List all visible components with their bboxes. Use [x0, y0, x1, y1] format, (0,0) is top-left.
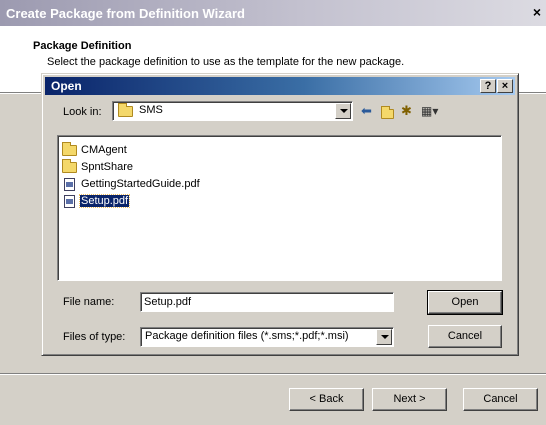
files-of-type-label: Files of type:	[63, 331, 126, 343]
back-button[interactable]: < Back	[289, 388, 364, 411]
chevron-down-icon[interactable]	[335, 103, 351, 119]
open-cancel-button[interactable]: Cancel	[428, 325, 502, 348]
open-dialog-title: Open	[51, 79, 82, 93]
help-button[interactable]: ?	[480, 79, 496, 93]
list-item[interactable]: Setup.pdf	[62, 193, 131, 209]
file-list[interactable]: CMAgent SpntShare GettingStartedGuide.pd…	[57, 135, 502, 281]
file-name-label: File name:	[63, 296, 115, 308]
folder-icon	[62, 158, 77, 173]
files-of-type-select[interactable]: Package definition files (*.sms;*.pdf;*.…	[140, 327, 394, 347]
wizard-cancel-button[interactable]: Cancel	[463, 388, 538, 411]
folder-icon	[118, 103, 133, 117]
file-name-input[interactable]: Setup.pdf	[140, 292, 394, 312]
page-title: Package Definition	[33, 40, 132, 52]
new-folder-icon[interactable]: ✱	[401, 103, 412, 119]
chevron-down-icon[interactable]	[376, 329, 392, 345]
wizard-close-button[interactable]: ×	[530, 5, 544, 20]
look-in-label: Look in:	[63, 106, 102, 118]
list-item[interactable]: SpntShare	[62, 158, 134, 175]
list-item[interactable]: GettingStartedGuide.pdf	[62, 176, 201, 192]
up-folder-icon[interactable]	[381, 105, 394, 121]
wizard-title: Create Package from Definition Wizard	[6, 6, 245, 21]
next-button[interactable]: Next >	[372, 388, 447, 411]
back-arrow-icon[interactable]: ⬅	[361, 103, 372, 119]
look-in-combo[interactable]: SMS	[112, 101, 353, 121]
open-dialog-title-bar: Open ? ×	[45, 77, 515, 95]
folder-icon	[62, 141, 77, 156]
list-item[interactable]: CMAgent	[62, 141, 128, 158]
view-menu-icon[interactable]: ▦▾	[421, 103, 438, 119]
file-icon	[64, 194, 75, 208]
open-dialog: Open ? × Look in: SMS ⬅ ✱ ▦▾ CMAgent Spn…	[41, 73, 519, 356]
open-button[interactable]: Open	[427, 290, 503, 315]
file-icon	[64, 177, 75, 191]
files-of-type-value: Package definition files (*.sms;*.pdf;*.…	[145, 330, 349, 342]
look-in-value: SMS	[139, 104, 163, 116]
wizard-title-bar: Create Package from Definition Wizard ×	[0, 0, 546, 26]
footer-divider	[0, 373, 546, 375]
page-subtitle: Select the package definition to use as …	[47, 56, 405, 68]
open-dialog-close-button[interactable]: ×	[497, 79, 513, 93]
